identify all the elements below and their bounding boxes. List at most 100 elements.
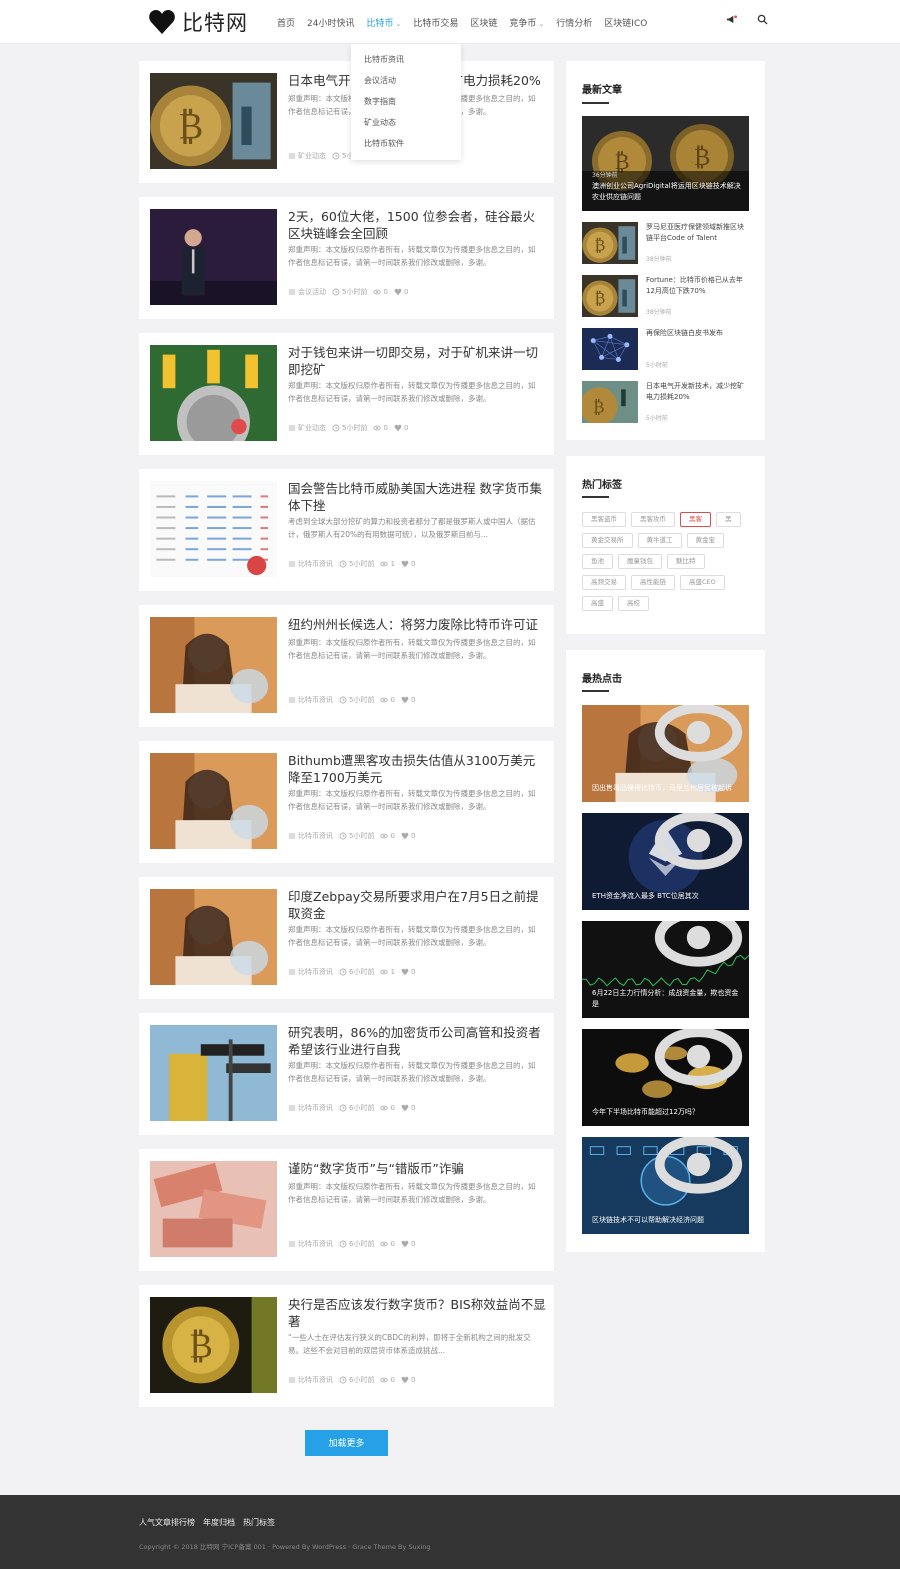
post-title[interactable]: 纽约州州长候选人：将努力废除比特币许可证 [288, 616, 546, 633]
post-thumbnail[interactable] [150, 345, 277, 441]
post-category[interactable]: 比特币资讯 [298, 1103, 333, 1113]
tag-chip[interactable]: 魔童钱包 [618, 554, 662, 569]
latest-post-item[interactable]: ₿ Fortune：比特币价格已从去年12月高位下跌70% 38分钟前 [582, 275, 749, 317]
latest-post-thumbnail[interactable]: ₿ [582, 381, 638, 423]
post-card[interactable]: Bithumb遭黑客攻击损失估值从3100万美元降至1700万美元 郑重声明：本文… [139, 741, 554, 863]
post-card[interactable]: ₿ 央行是否应该发行数字货币？BIS称效益尚不显著 “一些人士在评估发行狭义的CBD… [139, 1285, 554, 1407]
hot-post-title[interactable]: 6月22日主力行情分析：成战资金量，欺也资金是 [592, 988, 741, 1010]
post-card[interactable]: 对于钱包来讲一切即交易，对于矿机来讲一切即挖矿 郑重声明：本文版权归原作者所有，转… [139, 333, 554, 455]
latest-post-thumbnail[interactable]: ₿ [582, 222, 638, 264]
hot-post-card[interactable]: 2018-06-2712 因出售毒品换得比特币，马里兰州居民被起诉 [582, 705, 749, 802]
post-thumbnail[interactable] [150, 1161, 277, 1257]
tag-chip[interactable]: 黑客 [680, 512, 711, 527]
tag-chip[interactable]: 高盛 [582, 596, 613, 611]
latest-post-item[interactable]: ₿ 日本电气开发新技术，减少挖矿电力损耗20% 5小时前 [582, 381, 749, 423]
post-card[interactable]: 纽约州州长候选人：将努力废除比特币许可证 郑重声明：本文版权归原作者所有，转载文章… [139, 605, 554, 727]
nav-item[interactable]: 行情分析 [556, 16, 592, 29]
post-category[interactable]: 比特币资讯 [298, 967, 333, 977]
nav-item[interactable]: 比特币交易 [413, 16, 458, 29]
latest-post-thumbnail[interactable] [582, 328, 638, 370]
post-thumbnail[interactable] [150, 617, 277, 713]
tag-chip[interactable]: 魅比特 [667, 554, 705, 569]
post-title[interactable]: 2天，60位大佬，1500 位参会者，硅谷最火区块链峰会全回顾 [288, 208, 546, 242]
post-card[interactable]: 印度Zebpay交易所要求用户在7月5日之前提取资金 郑重声明：本文版权归原作者所… [139, 877, 554, 999]
post-category[interactable]: 比特币资讯 [298, 559, 333, 569]
post-likes: 0 [410, 560, 416, 568]
hot-post-title[interactable]: 区块链技术不可以帮助解决经济问题 [592, 1215, 741, 1226]
post-thumbnail[interactable] [150, 889, 277, 985]
post-thumbnail[interactable]: ₿ [150, 73, 277, 169]
post-title[interactable]: 对于钱包来讲一切即交易，对于矿机来讲一切即挖矿 [288, 344, 546, 378]
post-category[interactable]: 比特币资讯 [298, 831, 333, 841]
post-category[interactable]: 矿业动态 [298, 423, 326, 433]
nav-item[interactable]: 比特币 ⌄ [366, 16, 401, 29]
tag-chip[interactable]: 黄金宝 [686, 533, 724, 548]
latest-post-thumbnail[interactable]: ₿ [582, 275, 638, 317]
hot-post-title[interactable]: 因出售毒品换得比特币，马里兰州居民被起诉 [592, 783, 741, 794]
tag-chip[interactable]: 黑客盗币 [582, 512, 626, 527]
latest-post-title[interactable]: 罗马尼亚医疗保健领域新推区块链平台Code of Talent [646, 222, 750, 244]
tag-chip[interactable]: 黄牛道工 [637, 533, 682, 548]
dropdown-item[interactable]: 会议活动 [351, 75, 461, 96]
dropdown-item[interactable]: 数字指南 [351, 96, 461, 117]
featured-post[interactable]: ₿ ₿ 36分钟前 澳洲创业公司AgriDigital将运用区块链技术解决农业供… [582, 116, 749, 211]
post-thumbnail[interactable] [150, 1025, 277, 1121]
post-category[interactable]: 比特币资讯 [298, 1375, 333, 1385]
category-icon [288, 1241, 296, 1247]
dropdown-item[interactable]: 矿业动态 [351, 117, 461, 138]
footer-link[interactable]: 热门标签 [243, 1517, 275, 1528]
load-more-button[interactable]: 加载更多 [305, 1430, 388, 1456]
tag-chip[interactable]: 黑客攻币 [631, 512, 675, 527]
post-card[interactable]: 2天，60位大佬，1500 位参会者，硅谷最火区块链峰会全回顾 郑重声明：本文版权… [139, 197, 554, 319]
post-thumbnail[interactable]: ₿ [150, 1297, 277, 1393]
megaphone-icon[interactable] [726, 14, 737, 25]
dropdown-item[interactable]: 比特币资讯 [351, 54, 461, 75]
post-category[interactable]: 矿业动态 [298, 151, 326, 161]
post-category[interactable]: 比特币资讯 [298, 695, 333, 705]
post-title[interactable]: Bithumb遭黑客攻击损失估值从3100万美元降至1700万美元 [288, 752, 546, 786]
nav-item[interactable]: 竞争币 ⌄ [509, 16, 544, 29]
tag-chip[interactable]: 黑 [716, 512, 741, 527]
latest-post-title[interactable]: Fortune：比特币价格已从去年12月高位下跌70% [646, 275, 750, 297]
post-thumbnail[interactable] [150, 753, 277, 849]
footer-link[interactable]: 人气文章排行榜 [139, 1517, 195, 1528]
tag-chip[interactable]: 高性能链 [631, 575, 675, 590]
post-thumbnail[interactable] [150, 209, 277, 305]
search-icon[interactable] [757, 14, 768, 25]
post-title[interactable]: 央行是否应该发行数字货币？BIS称效益尚不显著 [288, 1296, 546, 1330]
post-title[interactable]: 国会警告比特币威胁美国大选进程 数字货币集体下挫 [288, 480, 546, 514]
nav-item[interactable]: 24小时快讯 [307, 16, 354, 29]
post-thumbnail[interactable] [150, 481, 277, 577]
post-title[interactable]: 印度Zebpay交易所要求用户在7月5日之前提取资金 [288, 888, 546, 922]
latest-post-item[interactable]: ₿ 罗马尼亚医疗保健领域新推区块链平台Code of Talent 38分钟前 [582, 222, 749, 264]
nav-item[interactable]: 区块链ICO [604, 16, 647, 29]
post-category[interactable]: 会议活动 [298, 287, 326, 297]
latest-post-item[interactable]: 再保险区块链白皮书发布 5小时前 [582, 328, 749, 370]
latest-post-title[interactable]: 日本电气开发新技术，减少挖矿电力损耗20% [646, 381, 750, 403]
footer-link[interactable]: 年度归档 [203, 1517, 235, 1528]
post-title[interactable]: 谨防“数字货币”与“错版币”诈骗 [288, 1160, 546, 1177]
post-card[interactable]: 国会警告比特币威胁美国大选进程 数字货币集体下挫 考虑到全球大部分挖矿的算力和投资… [139, 469, 554, 591]
tag-chip[interactable]: 高盛CEO [680, 575, 725, 590]
tag-chip[interactable]: 黄金交易所 [582, 533, 633, 548]
post-card[interactable]: 研究表明，86%的加密货币公司高管和投资者希望该行业进行自我 郑重声明：本文版权归… [139, 1013, 554, 1135]
nav-item[interactable]: 区块链 [470, 16, 497, 29]
heart-icon [401, 696, 409, 704]
post-title[interactable]: 研究表明，86%的加密货币公司高管和投资者希望该行业进行自我 [288, 1024, 546, 1058]
tag-chip[interactable]: 高校 [618, 596, 649, 611]
post-card[interactable]: 谨防“数字货币”与“错版币”诈骗 郑重声明：本文版权归原作者所有，转载文章仅为传播… [139, 1149, 554, 1271]
post-category[interactable]: 比特币资讯 [298, 1239, 333, 1249]
post-card[interactable]: ₿日本电气开发新技术，减少挖矿电力损耗20%郑重声明：本文版权归原作者所有，转载… [139, 61, 554, 183]
tag-chip[interactable]: 高频交易 [582, 575, 626, 590]
hot-post-card[interactable]: 2018-06-026 区块链技术不可以帮助解决经济问题 [582, 1137, 749, 1234]
tag-chip[interactable]: 鱼池 [582, 554, 613, 569]
hot-post-card[interactable]: 2018-06-2212 ETH资金净流入最多 BTC位居其次 [582, 813, 749, 910]
hot-post-title[interactable]: 今年下半场比特币能超过12万吗？ [592, 1107, 741, 1118]
site-logo[interactable]: 比特网 [148, 7, 248, 37]
hot-post-title[interactable]: ETH资金净流入最多 BTC位居其次 [592, 891, 741, 902]
nav-item[interactable]: 首页 [277, 16, 295, 29]
latest-post-title[interactable]: 再保险区块链白皮书发布 [646, 328, 750, 339]
dropdown-item[interactable]: 比特币软件 [351, 138, 461, 159]
hot-post-card[interactable]: 2018-06-059 今年下半场比特币能超过12万吗？ [582, 1029, 749, 1126]
hot-post-card[interactable]: 2018-06-229 6月22日主力行情分析：成战资金量，欺也资金是 [582, 921, 749, 1018]
